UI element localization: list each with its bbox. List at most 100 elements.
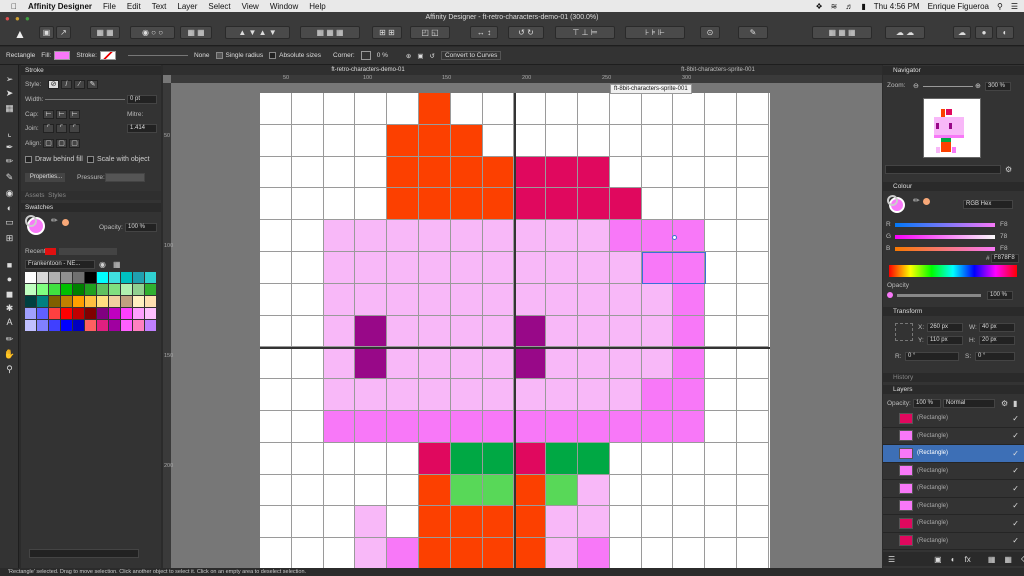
menu-help[interactable]: Help [309, 2, 325, 11]
pixel-rectangle[interactable] [291, 506, 324, 539]
absolute-sizes-checkbox[interactable] [269, 52, 277, 59]
pixel-rectangle[interactable] [736, 474, 769, 507]
solid-line-icon[interactable]: / [61, 80, 72, 89]
rotate-buttons[interactable]: ↺ ↻ [508, 26, 544, 39]
pixel-rectangle[interactable] [260, 283, 292, 316]
adjustment-icon[interactable]: ◐ [951, 555, 956, 564]
rotation-handle[interactable] [672, 235, 677, 240]
round-cap-icon[interactable]: ⊢ [56, 110, 67, 119]
color-swatch[interactable] [109, 320, 120, 331]
corner-tool-icon[interactable]: ⌞ [3, 127, 16, 139]
color-swatch[interactable] [145, 296, 156, 307]
pixel-rectangle[interactable] [291, 251, 324, 284]
color-swatch[interactable] [49, 308, 60, 319]
layer-row[interactable]: (Rectangle) ✓ [883, 498, 1024, 515]
h-field[interactable]: 20 px [979, 336, 1015, 345]
zoom-tool-icon[interactable]: ⚲ [3, 363, 16, 375]
pixel-rectangle[interactable] [260, 156, 292, 189]
pixel-rectangle[interactable] [609, 410, 642, 443]
color-swatch[interactable] [49, 284, 60, 295]
pixel-rectangle[interactable] [641, 283, 674, 316]
red-slider[interactable] [895, 223, 995, 227]
pixel-rectangle[interactable] [736, 188, 769, 221]
mitre-field[interactable]: 1.414 [127, 124, 157, 133]
color-swatch[interactable] [133, 272, 144, 283]
layer-visibility-checkbox[interactable]: ✓ [1012, 466, 1019, 475]
pixel-rectangle[interactable] [387, 93, 419, 125]
red-value[interactable]: F8 [1000, 221, 1008, 228]
corner-type-dropdown[interactable] [360, 51, 371, 60]
color-swatch[interactable] [49, 320, 60, 331]
width-slider[interactable] [45, 99, 125, 100]
pixel-rectangle[interactable] [514, 283, 547, 316]
pencil-tool-icon[interactable]: ✏ [3, 155, 16, 167]
layers-opacity-field[interactable]: 100 % [913, 399, 941, 408]
pixel-rectangle[interactable] [387, 124, 419, 157]
pixel-rectangle[interactable] [546, 410, 578, 443]
canvas-area[interactable]: ft-retro-characters-demo-01 ft-8bit-char… [163, 65, 882, 568]
pixel-rectangle[interactable] [482, 283, 515, 316]
distribute-buttons[interactable]: ⊦ ⊧ ⊩ [625, 26, 685, 39]
bevel-join-icon[interactable]: ⌜ [69, 124, 80, 133]
pixel-rectangle[interactable] [482, 93, 515, 125]
pixel-rectangle[interactable] [450, 410, 483, 443]
move-tool-icon[interactable]: ➢ [3, 73, 16, 85]
pixel-rectangle[interactable] [641, 347, 674, 380]
color-swatch[interactable] [133, 320, 144, 331]
layer-row[interactable]: (Rectangle) ✓ [883, 463, 1024, 480]
pixel-rectangle[interactable] [482, 156, 515, 189]
pixel-rectangle[interactable] [291, 124, 324, 157]
pixel-rectangle[interactable] [482, 410, 515, 443]
pixel-rectangle[interactable] [355, 506, 388, 539]
zoom-slider[interactable] [923, 86, 973, 87]
color-swatch[interactable] [25, 272, 36, 283]
convert-to-curves-button[interactable]: Convert to Curves [440, 51, 502, 60]
pixel-rectangle[interactable] [736, 379, 769, 411]
pixel-rectangle[interactable] [641, 410, 674, 443]
history-tab[interactable]: History [883, 373, 1024, 382]
color-swatch[interactable] [145, 272, 156, 283]
pixel-rectangle[interactable] [673, 410, 706, 443]
pixel-rectangle[interactable] [450, 93, 483, 125]
snap-to-grid-button[interactable]: ⊞ ⊞ [372, 26, 402, 39]
pixel-rectangle[interactable] [323, 93, 356, 125]
pixel-rectangle[interactable] [514, 156, 547, 189]
pixel-rectangle[interactable] [577, 315, 610, 348]
pixel-rectangle[interactable] [736, 442, 769, 475]
palette-menu-icon[interactable]: ◉ [99, 260, 106, 269]
color-swatch[interactable] [109, 296, 120, 307]
pixel-rectangle[interactable] [450, 538, 483, 568]
square-cap-icon[interactable]: ⊢ [69, 110, 80, 119]
pixel-rectangle[interactable] [418, 442, 451, 475]
pixel-rectangle[interactable] [450, 283, 483, 316]
pixel-persona-icon[interactable]: ▣ [39, 26, 54, 39]
transform-icon[interactable]: ▣ [417, 52, 423, 60]
assistant-icon[interactable]: ✎ [738, 26, 768, 39]
pixel-rectangle[interactable] [514, 315, 547, 348]
pixel-rectangle[interactable] [291, 220, 324, 252]
pixel-rectangle[interactable] [673, 315, 706, 348]
tab-retro-characters[interactable]: ft-retro-characters-demo-01 [253, 65, 483, 75]
color-swatch[interactable] [73, 308, 84, 319]
pixel-rectangle[interactable] [736, 93, 769, 125]
pixel-rectangle[interactable] [323, 188, 356, 221]
menu-window[interactable]: Window [270, 2, 298, 11]
navigator-tab[interactable]: Navigator [883, 66, 1024, 75]
stroke-swatch[interactable] [99, 51, 116, 60]
menu-list-icon[interactable]: ☰ [1011, 2, 1018, 11]
layer-visibility-checkbox[interactable]: ✓ [1012, 449, 1019, 458]
document-setup-button[interactable]: ▦ ▦ [90, 26, 120, 39]
pixel-rectangle[interactable] [673, 442, 706, 475]
recent-color-dot[interactable] [62, 219, 69, 226]
pixel-rectangle[interactable] [450, 379, 483, 411]
color-swatch[interactable] [85, 272, 96, 283]
pixel-rectangle[interactable] [641, 506, 674, 539]
pixel-rectangle[interactable] [736, 220, 769, 252]
color-swatch[interactable] [97, 296, 108, 307]
swatches-panel-tab[interactable]: Swatches [21, 203, 161, 212]
pixel-rectangle[interactable] [260, 410, 292, 443]
pixel-rectangle[interactable] [673, 188, 706, 221]
transparency-tool-icon[interactable]: ◐ [3, 202, 16, 214]
color-swatch[interactable] [25, 308, 36, 319]
pixel-rectangle[interactable] [609, 315, 642, 348]
